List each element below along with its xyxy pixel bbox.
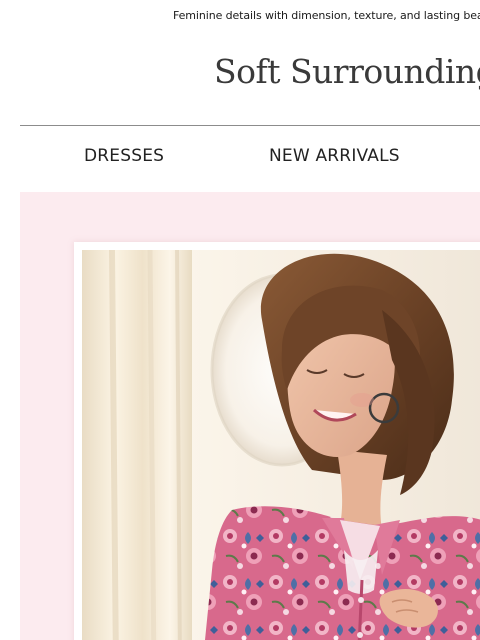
nav-item-dresses[interactable]: DRESSES	[84, 146, 164, 166]
preheader: Feminine details with dimension, texture…	[0, 9, 480, 25]
nav-item-new-arrivals[interactable]: NEW ARRIVALS	[269, 146, 400, 166]
brand-logo[interactable]: Soft Surroundings	[0, 52, 480, 102]
preheader-text: Feminine details with dimension, texture…	[173, 9, 480, 22]
nav-divider	[20, 125, 480, 126]
logo-text: Soft Surroundings	[214, 52, 480, 91]
main-nav: DRESSES NEW ARRIVALS	[0, 140, 480, 172]
hero-photo[interactable]	[82, 250, 480, 640]
photo-frame	[74, 242, 480, 640]
hero-photo-illustration	[82, 250, 480, 640]
hero-banner[interactable]	[20, 192, 480, 640]
